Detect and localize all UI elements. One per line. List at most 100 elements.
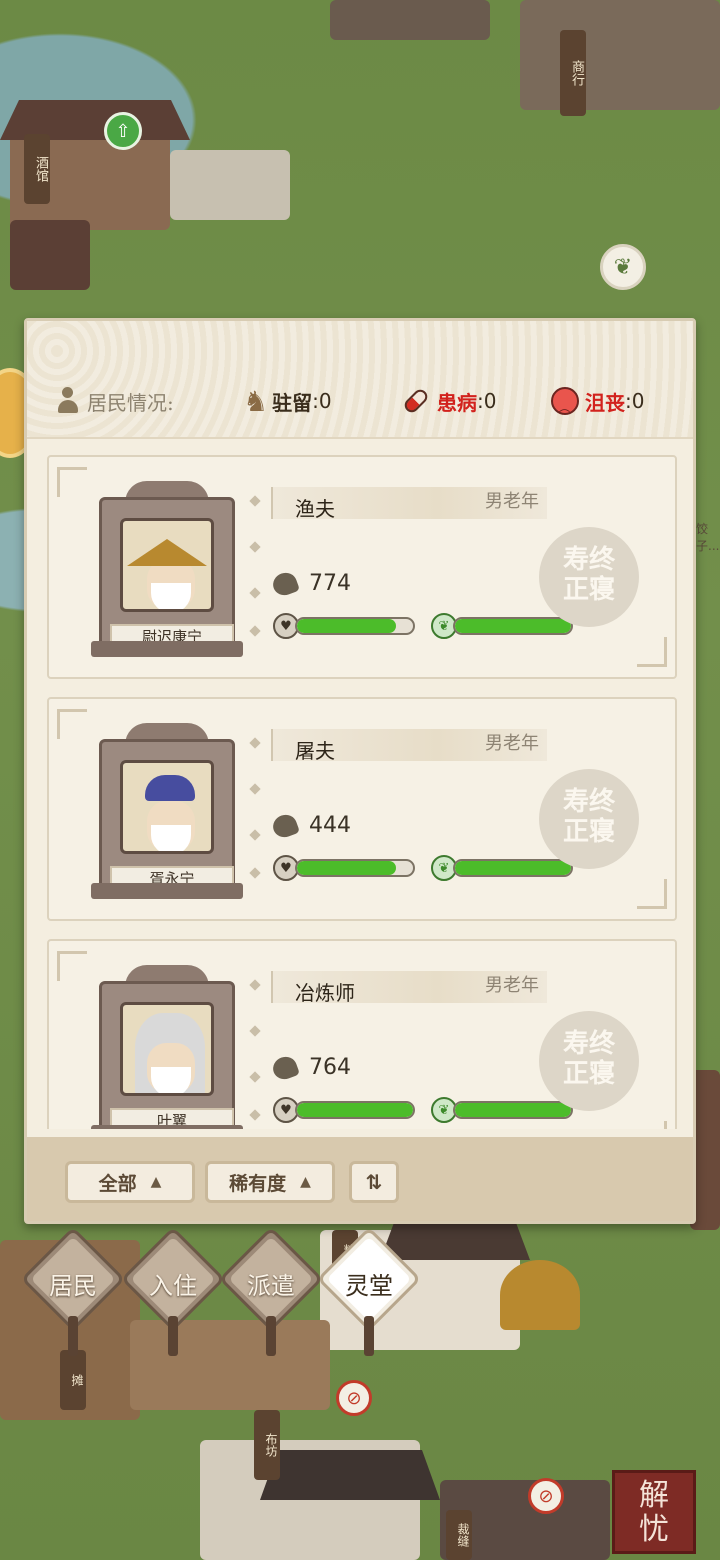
card-corner-ornament bbox=[637, 1121, 667, 1129]
mood-bar bbox=[453, 1101, 573, 1119]
tavern-sign[interactable]: 酒馆 bbox=[24, 134, 50, 204]
sick-label: 患病 bbox=[437, 390, 477, 415]
top-houses[interactable] bbox=[330, 0, 490, 40]
butcher-avatar bbox=[120, 760, 214, 854]
depressed-label: 沮丧 bbox=[585, 390, 625, 415]
filter-all-label: 全部 bbox=[98, 1172, 137, 1195]
no-sign-icon[interactable]: ⊘ bbox=[336, 1380, 372, 1416]
resident-card[interactable]: 胥永宁 屠夫 男老年 444 ♥ ❦ 寿终 正寝 bbox=[47, 697, 677, 921]
bullet bbox=[249, 587, 261, 599]
bullet bbox=[249, 1109, 261, 1121]
health-fill bbox=[297, 619, 396, 633]
frame-base bbox=[91, 641, 243, 657]
status-bars: ♥ ❦ bbox=[273, 613, 573, 639]
health-fill bbox=[297, 861, 396, 875]
bullet-column bbox=[249, 979, 263, 1129]
stationed-stat: ♞ 驻留 :0 bbox=[243, 385, 332, 418]
resident-portrait[interactable]: 叶翼 bbox=[91, 965, 243, 1129]
job-banner: 冶炼师 男老年 bbox=[271, 971, 547, 1005]
health-bar bbox=[295, 617, 415, 635]
filter-all-dropdown[interactable]: 全部 ▲ bbox=[65, 1161, 195, 1203]
blue-cap bbox=[145, 775, 195, 801]
chevron-up-icon: ▲ bbox=[150, 1174, 162, 1190]
frame-base bbox=[91, 1125, 243, 1129]
granary[interactable] bbox=[500, 1260, 580, 1330]
resident-card[interactable]: 尉迟康宁 渔夫 男老年 774 ♥ ❦ 寿终 正寝 bbox=[47, 455, 677, 679]
hint-bubble: 饺子... bbox=[696, 522, 720, 553]
nav-residents[interactable]: 居民 bbox=[20, 1226, 126, 1332]
resident-portrait[interactable]: 胥永宁 bbox=[91, 723, 243, 899]
card-corner-ornament bbox=[57, 467, 87, 497]
shop-sign[interactable]: 商行 bbox=[560, 30, 586, 116]
chevron-up-icon: ▲ bbox=[300, 1174, 311, 1190]
job-title: 屠夫 bbox=[295, 739, 335, 763]
card-corner-ornament bbox=[57, 709, 87, 739]
cloth-roof bbox=[260, 1450, 440, 1500]
resident-portrait[interactable]: 尉迟康宁 bbox=[91, 481, 243, 657]
job-title: 渔夫 bbox=[295, 497, 335, 521]
resident-list[interactable]: 尉迟康宁 渔夫 男老年 774 ♥ ❦ 寿终 正寝 胥永宁 屠夫 男老年 444… bbox=[47, 455, 677, 1129]
age-category: 男老年 bbox=[485, 733, 539, 754]
job-banner: 屠夫 男老年 bbox=[271, 729, 547, 763]
bullet-column bbox=[249, 495, 263, 657]
health-bar bbox=[295, 1101, 415, 1119]
resident-icon bbox=[57, 387, 79, 415]
natural-death-stamp: 寿终 正寝 bbox=[539, 769, 639, 869]
nav-move-in-label: 入住 bbox=[149, 1272, 197, 1300]
sad-face-icon bbox=[551, 387, 579, 415]
smelter-avatar bbox=[120, 1002, 214, 1096]
nav-tassel bbox=[364, 1316, 374, 1356]
mood-fill bbox=[455, 1103, 571, 1117]
depressed-value: :0 bbox=[625, 389, 645, 413]
bullet bbox=[249, 829, 261, 841]
bullet bbox=[249, 783, 261, 795]
market-stalls[interactable] bbox=[130, 1320, 330, 1410]
mood-bar bbox=[453, 859, 573, 877]
broken-heart-icon bbox=[269, 811, 301, 840]
residents-label: 居民情况: bbox=[87, 390, 174, 415]
nav-dispatch[interactable]: 派遣 bbox=[218, 1226, 324, 1332]
mood-fill bbox=[455, 861, 571, 875]
natural-death-stamp: 寿终 正寝 bbox=[539, 527, 639, 627]
attribute-value: 444 bbox=[309, 813, 351, 838]
nav-memorial[interactable]: 灵堂 bbox=[316, 1226, 422, 1332]
health-fill bbox=[297, 1103, 413, 1117]
attribute-stat: 764 bbox=[269, 1053, 351, 1082]
plant-bubble-icon[interactable]: ❦ bbox=[600, 244, 646, 290]
nav-memorial-label: 灵堂 bbox=[345, 1272, 393, 1300]
sick-stat: 患病 :0 bbox=[401, 386, 496, 416]
filter-bar: 全部 ▲ 稀有度 ▲ ⇅ bbox=[27, 1137, 693, 1221]
shop-building[interactable] bbox=[520, 0, 720, 110]
bullet bbox=[249, 625, 261, 637]
jieyou-seal-button[interactable]: 解忧 bbox=[612, 1470, 696, 1554]
attribute-stat: 444 bbox=[269, 811, 351, 840]
stationed-value: :0 bbox=[312, 389, 332, 413]
avatar-beard bbox=[151, 825, 191, 851]
panel-header: 居民情况: ♞ 驻留 :0 患病 :0 沮丧 :0 bbox=[27, 321, 693, 439]
nav-residents-label: 居民 bbox=[49, 1272, 97, 1300]
cloth-sign[interactable]: 布坊 bbox=[254, 1410, 280, 1480]
card-corner-ornament bbox=[637, 637, 667, 667]
resident-card[interactable]: 叶翼 冶炼师 男老年 764 ♥ ❦ 寿终 正寝 bbox=[47, 939, 677, 1129]
job-title: 冶炼师 bbox=[295, 981, 355, 1005]
job-banner: 渔夫 男老年 bbox=[271, 487, 547, 521]
upgrade-bubble-icon[interactable]: ⇧ bbox=[104, 112, 142, 150]
pill-icon bbox=[401, 386, 431, 416]
bullet-column bbox=[249, 737, 263, 899]
bullet bbox=[249, 979, 261, 991]
mood-bar bbox=[453, 617, 573, 635]
pavilion[interactable] bbox=[10, 220, 90, 290]
nav-move-in[interactable]: 入住 bbox=[120, 1226, 226, 1332]
bullet bbox=[249, 867, 261, 879]
health-bar bbox=[295, 859, 415, 877]
no-sign-icon-2[interactable]: ⊘ bbox=[528, 1478, 564, 1514]
bullet bbox=[249, 541, 261, 553]
portrait-frame: 胥永宁 bbox=[99, 739, 235, 892]
stall-sign[interactable]: 摊 bbox=[60, 1350, 86, 1410]
status-bars: ♥ ❦ bbox=[273, 1097, 573, 1123]
frame-base bbox=[91, 883, 243, 899]
tailor-sign[interactable]: 裁缝 bbox=[446, 1510, 472, 1560]
filter-rarity-dropdown[interactable]: 稀有度 ▲ bbox=[205, 1161, 335, 1203]
sort-icon[interactable]: ⇅ bbox=[349, 1161, 399, 1203]
bullet bbox=[249, 1025, 261, 1037]
